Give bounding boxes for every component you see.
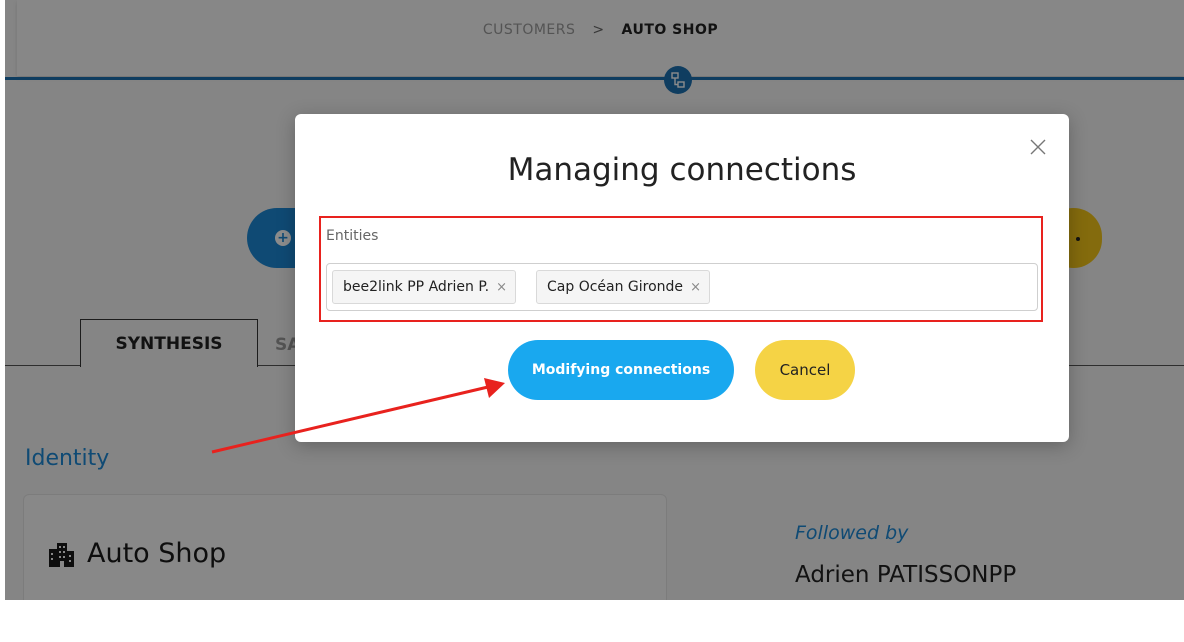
remove-tag-icon[interactable]: × bbox=[496, 280, 507, 295]
cancel-button[interactable]: Cancel bbox=[755, 340, 855, 400]
remove-tag-icon[interactable]: × bbox=[690, 280, 701, 295]
entity-tag-label: Cap Océan Gironde bbox=[547, 279, 684, 295]
entities-label: Entities bbox=[326, 228, 379, 244]
managing-connections-dialog: Managing connections Entities bee2link P… bbox=[295, 114, 1069, 442]
modify-connections-button[interactable]: Modifying connections bbox=[508, 340, 734, 400]
entity-tag-label: bee2link PP Adrien P. bbox=[343, 279, 490, 295]
entity-tag: bee2link PP Adrien P. × bbox=[332, 270, 516, 304]
dialog-title: Managing connections bbox=[507, 152, 857, 188]
entity-tag: Cap Océan Gironde × bbox=[536, 270, 710, 304]
entities-multiselect[interactable]: bee2link PP Adrien P. × Cap Océan Girond… bbox=[326, 263, 1038, 311]
